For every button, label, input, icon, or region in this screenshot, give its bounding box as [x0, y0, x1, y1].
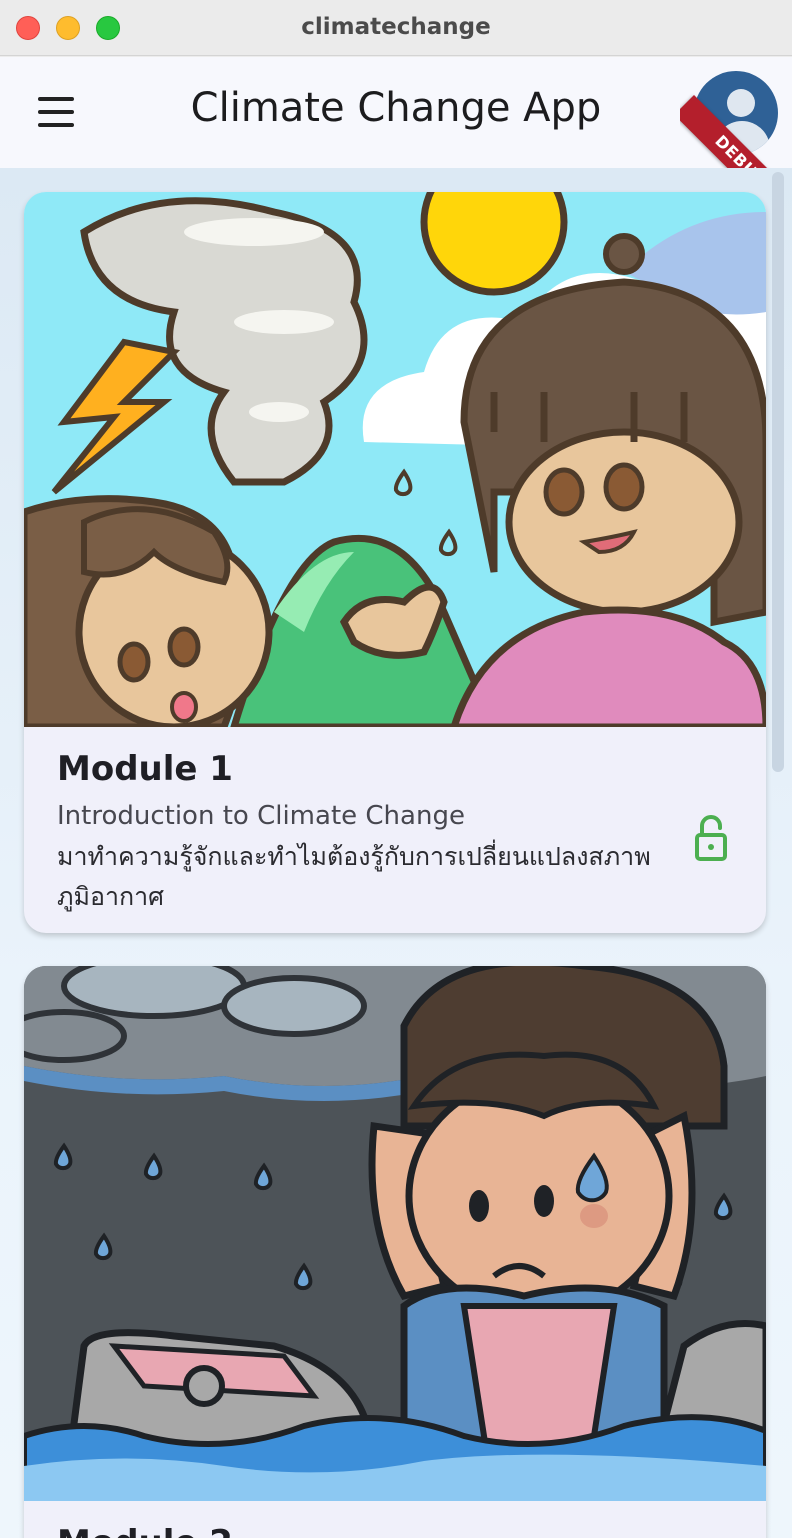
page-title: Climate Change App	[190, 85, 602, 131]
module-card-body: Module 1 Introduction to Climate Change …	[24, 727, 766, 933]
module-description: มาทำความรู้จักและทำไมต้องรู้กับการเปลี่ย…	[57, 842, 651, 911]
module-illustration	[24, 966, 766, 1501]
avatar-icon	[727, 89, 755, 117]
module-card[interactable]: Module 2	[24, 966, 766, 1538]
scrollbar[interactable]	[772, 172, 784, 772]
module-illustration	[24, 192, 766, 727]
module-subtitle: Introduction to Climate Change	[57, 801, 465, 831]
app-bar: Climate Change App	[0, 57, 792, 168]
module-list[interactable]: Module 1 Introduction to Climate Change …	[0, 168, 792, 1538]
module-card[interactable]: Module 1 Introduction to Climate Change …	[24, 192, 766, 933]
window-title: climatechange	[301, 14, 491, 40]
lock-open-icon[interactable]	[694, 815, 728, 861]
module-card-body: Module 2	[24, 1501, 766, 1538]
avatar-icon-body	[714, 121, 770, 155]
module-title: Module 2	[57, 1523, 733, 1538]
avatar[interactable]	[694, 71, 778, 155]
window-titlebar: climatechange	[0, 0, 792, 56]
module-title: Module 1	[57, 749, 233, 789]
